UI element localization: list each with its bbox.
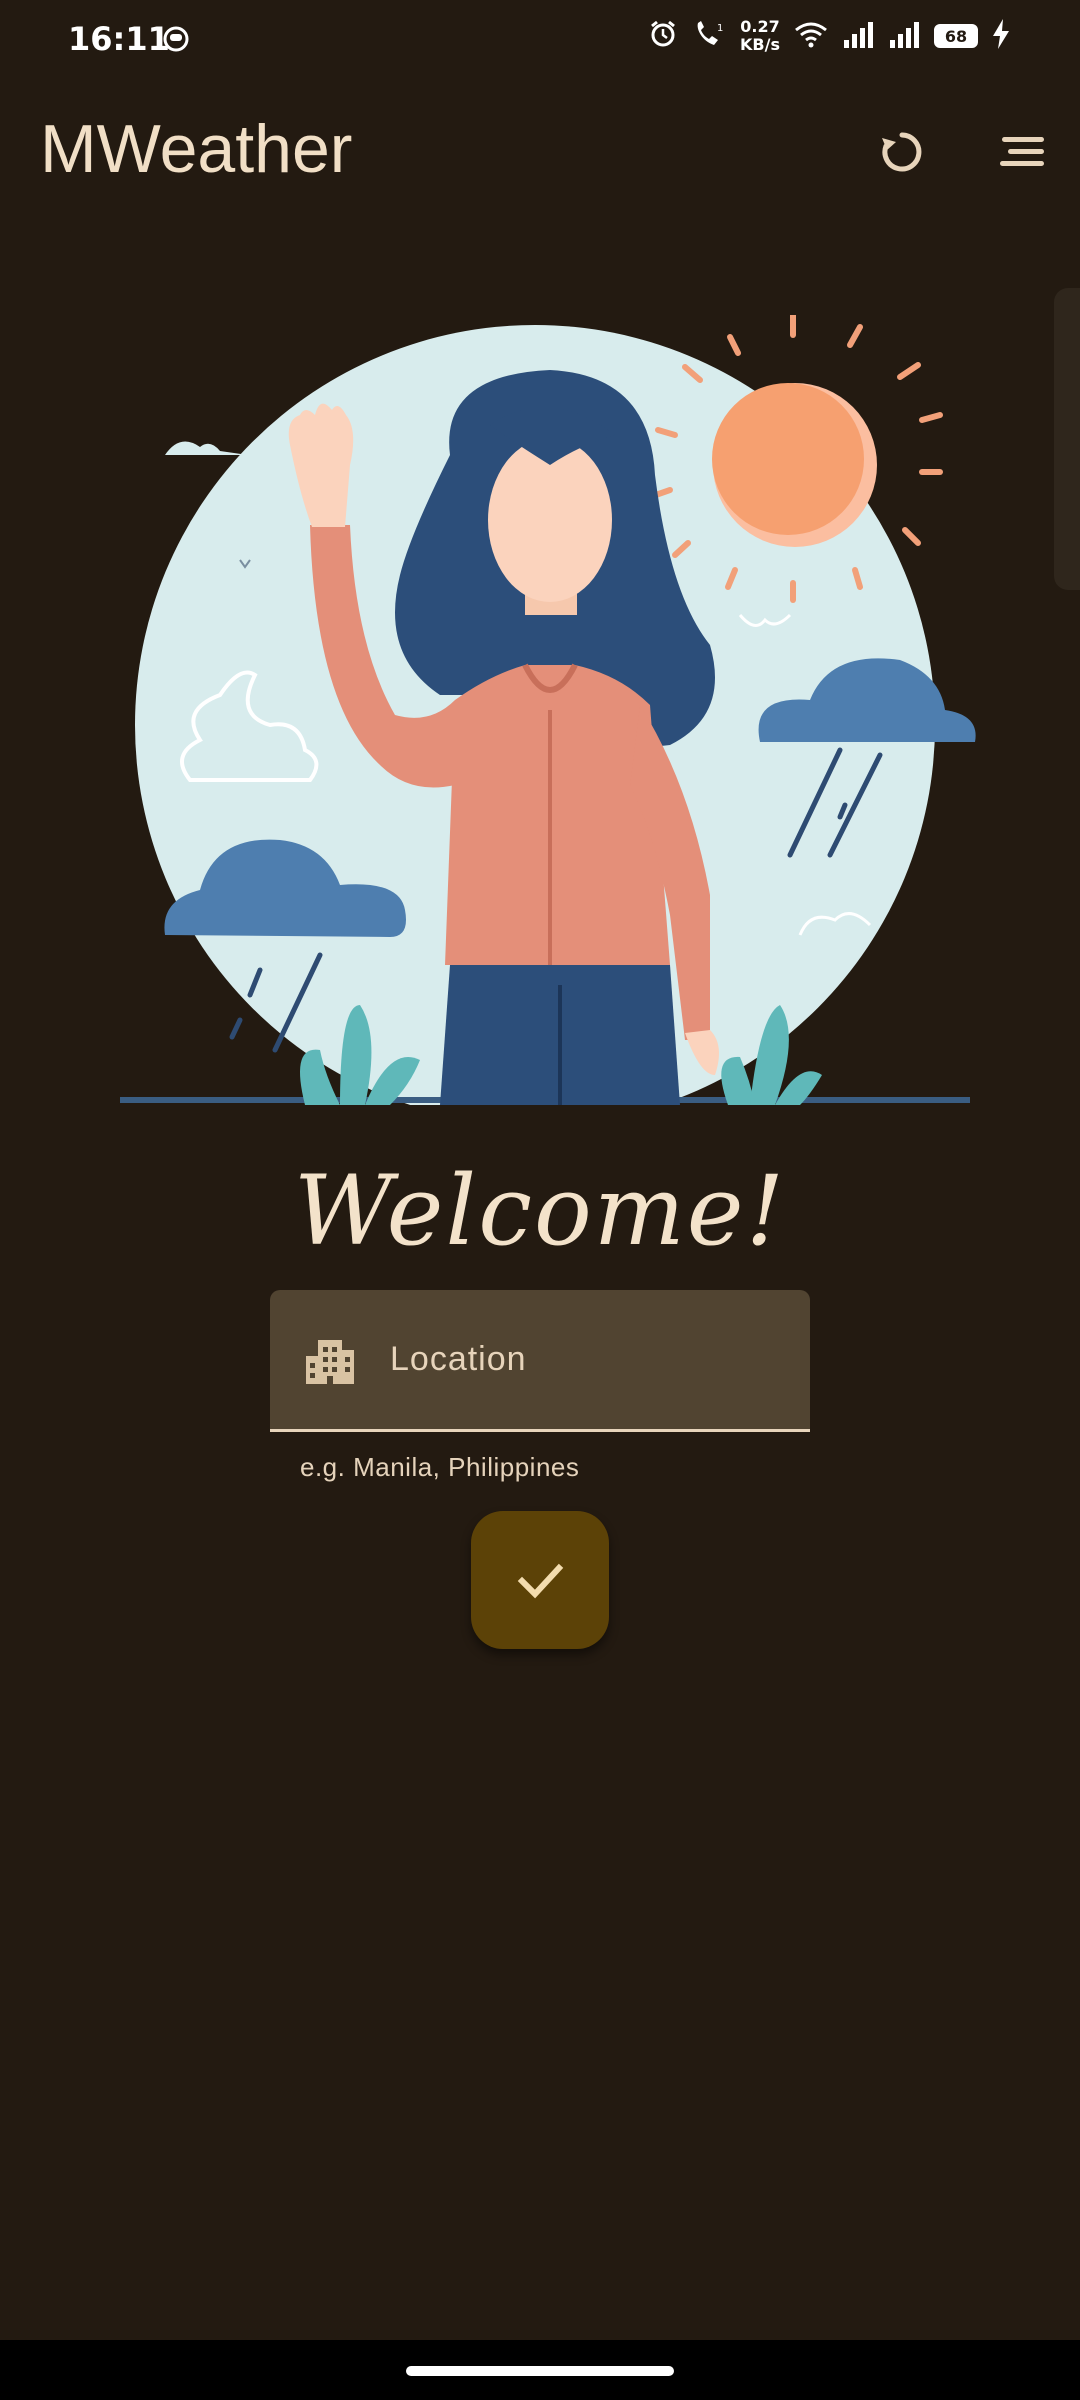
app-title: MWeather <box>40 111 353 187</box>
signal-icon <box>842 20 874 53</box>
welcome-heading: Welcome! <box>293 1155 787 1267</box>
check-icon <box>517 1563 564 1599</box>
home-indicator[interactable] <box>406 2366 674 2376</box>
network-speed-unit: KB/s <box>740 35 780 54</box>
wifi-icon <box>794 20 828 53</box>
network-speed: 0.27 KB/s <box>740 18 780 54</box>
location-field[interactable] <box>270 1290 810 1432</box>
alarm-icon <box>648 19 678 54</box>
battery-level: 68 <box>944 26 968 46</box>
notification-app-icon <box>162 25 190 58</box>
confirm-button[interactable] <box>471 1511 609 1649</box>
location-input[interactable] <box>388 1339 772 1380</box>
refresh-button[interactable] <box>870 120 934 184</box>
network-speed-value: 0.27 <box>740 17 780 36</box>
status-icons: 1 0.27 KB/s 68 <box>648 18 1010 54</box>
charging-icon <box>992 18 1010 54</box>
location-helper-text: e.g. Manila, Philippines <box>300 1452 580 1482</box>
city-icon <box>306 1339 354 1384</box>
battery-icon: 68 <box>934 24 978 48</box>
menu-button[interactable] <box>990 120 1054 184</box>
wifi-calling-icon: 1 <box>692 19 726 54</box>
menu-icon <box>1000 137 1044 166</box>
status-time: 16:11 <box>68 20 170 58</box>
signal-icon <box>888 20 920 53</box>
refresh-icon <box>882 132 922 172</box>
welcome-illustration <box>110 315 990 1115</box>
side-panel-handle[interactable] <box>1054 288 1080 590</box>
svg-text:1: 1 <box>717 23 723 34</box>
